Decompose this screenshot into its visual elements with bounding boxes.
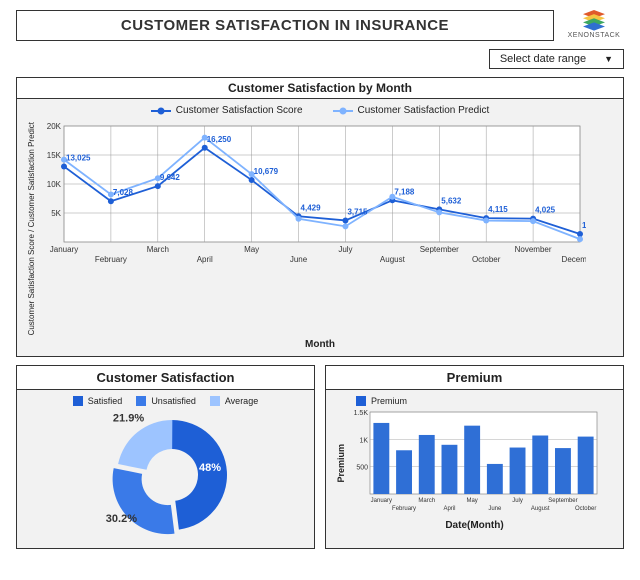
svg-text:October: October (575, 506, 596, 512)
svg-text:December: December (562, 255, 586, 264)
legend-premium: Premium (356, 396, 407, 406)
svg-text:August: August (531, 506, 550, 512)
svg-text:30.2%: 30.2% (106, 513, 137, 525)
y-axis-label: Premium (336, 444, 346, 483)
svg-text:1.5K: 1.5K (354, 410, 369, 417)
legend-predict: Customer Satisfaction Predict (333, 105, 490, 116)
svg-text:3,715: 3,715 (347, 207, 368, 216)
svg-text:9,642: 9,642 (160, 173, 181, 182)
svg-text:4,025: 4,025 (535, 206, 556, 215)
svg-text:1K: 1K (359, 438, 368, 445)
svg-text:January: January (50, 245, 78, 254)
legend-unsatisfied: Unsatisfied (136, 396, 196, 406)
svg-text:February: February (95, 255, 127, 264)
date-range-select[interactable]: Select date range ▼ (489, 49, 624, 69)
panel-title: Customer Satisfaction (17, 366, 314, 390)
legend-satisfied: Satisfied (73, 396, 123, 406)
svg-text:July: July (512, 498, 523, 504)
svg-text:November: November (515, 245, 552, 254)
page-title: CUSTOMER SATISFACTION IN INSURANCE (16, 10, 554, 41)
chevron-down-icon: ▼ (604, 54, 613, 64)
svg-text:5K: 5K (51, 209, 61, 218)
svg-text:500: 500 (356, 465, 368, 472)
svg-text:13,025: 13,025 (66, 153, 91, 162)
legend-score: Customer Satisfaction Score (151, 105, 303, 116)
svg-text:May: May (244, 245, 259, 254)
svg-text:September: September (420, 245, 459, 254)
svg-text:March: March (418, 498, 435, 504)
svg-text:4,429: 4,429 (301, 203, 322, 212)
svg-text:June: June (290, 255, 308, 264)
panel-title: Premium (326, 366, 623, 390)
svg-text:January: January (371, 498, 392, 504)
brand-logo: XENONSTACK (564, 10, 624, 39)
svg-text:February: February (392, 506, 416, 512)
svg-text:April: April (197, 255, 213, 264)
svg-text:4,115: 4,115 (488, 205, 508, 214)
svg-text:May: May (466, 498, 477, 504)
legend-average: Average (210, 396, 258, 406)
svg-text:20K: 20K (47, 122, 62, 131)
panel-satisfaction-by-month: Customer Satisfaction by Month Customer … (16, 77, 624, 357)
bar-chart: 500 1K 1.5K JanuaryFebruaryMarch April May Jun… (346, 408, 601, 518)
panel-title: Customer Satisfaction by Month (17, 78, 623, 99)
svg-text:7,028: 7,028 (113, 188, 134, 197)
x-axis-label: Month (27, 339, 613, 350)
brand-name: XENONSTACK (568, 32, 621, 39)
svg-text:10K: 10K (47, 180, 62, 189)
donut-chart: 48% 30.2% 21.9% (27, 408, 297, 538)
svg-text:April: April (443, 506, 455, 512)
svg-text:August: August (380, 255, 406, 264)
svg-text:1,381: 1,381 (582, 221, 586, 230)
panel-premium: Premium Premium Premium 500 1K 1.5K January… (325, 365, 624, 549)
date-range-label: Select date range (500, 53, 586, 65)
svg-text:15K: 15K (47, 151, 62, 160)
svg-text:October: October (472, 255, 501, 264)
svg-text:48%: 48% (199, 462, 221, 474)
svg-text:September: September (548, 498, 577, 504)
svg-text:21.9%: 21.9% (113, 413, 144, 425)
stack-icon (580, 10, 608, 32)
svg-text:5,632: 5,632 (441, 196, 462, 205)
line-chart: 5K 10K 15K 20K January February March April May J… (36, 120, 586, 270)
svg-text:March: March (147, 245, 169, 254)
svg-text:16,250: 16,250 (207, 135, 232, 144)
y-axis-label: Customer Satisfaction Score / Customer S… (27, 120, 36, 337)
x-axis-label: Date(Month) (336, 520, 613, 531)
svg-text:July: July (338, 245, 352, 254)
svg-text:June: June (488, 506, 502, 512)
panel-customer-satisfaction: Customer Satisfaction Satisfied Unsatisf… (16, 365, 315, 549)
svg-text:10,679: 10,679 (254, 167, 279, 176)
svg-text:7,188: 7,188 (394, 187, 415, 196)
